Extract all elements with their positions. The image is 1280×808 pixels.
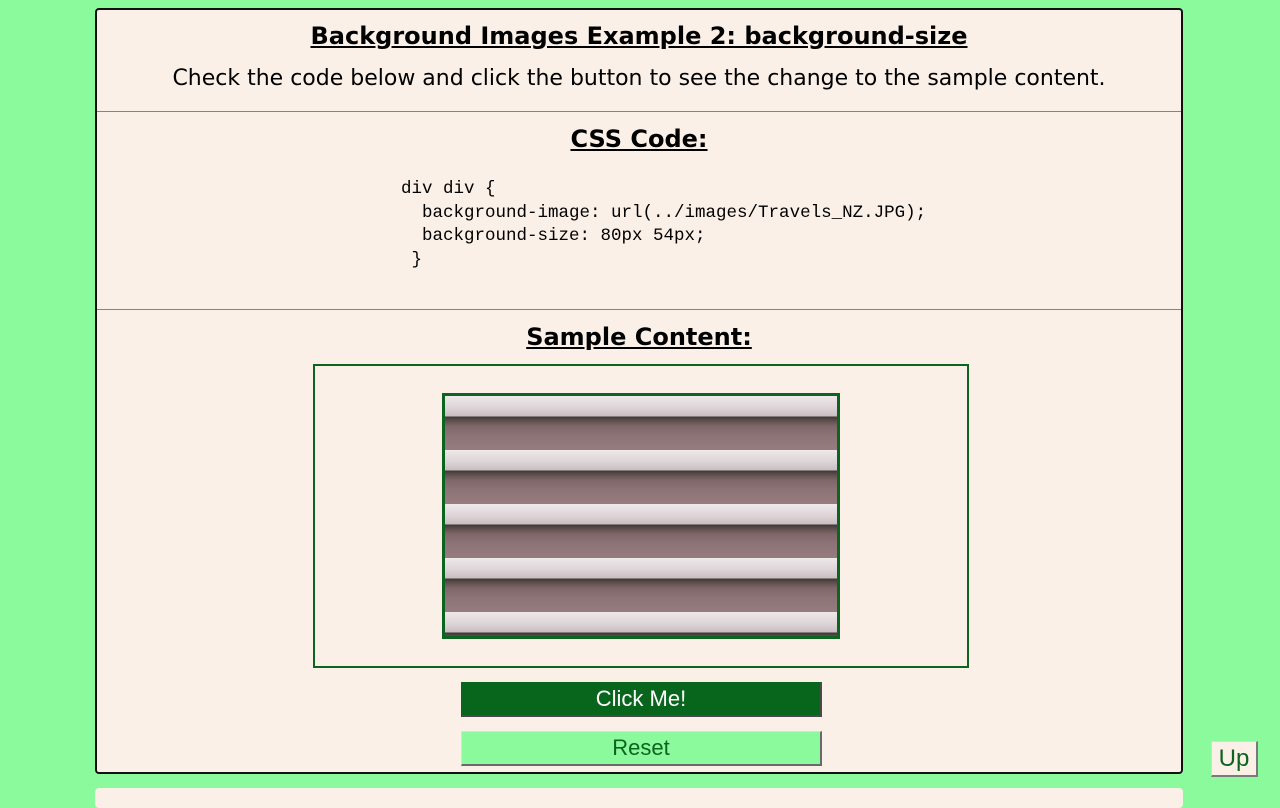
intro-text: Check the code below and click the butto… (172, 66, 1106, 91)
example-panel: Background Images Example 2: background-… (95, 8, 1183, 774)
reset-button[interactable]: Reset (461, 731, 822, 766)
css-code-block: div div { background-image: url(../image… (401, 179, 927, 270)
next-example-panel (95, 788, 1183, 808)
sample-content-heading: Sample Content: (526, 323, 752, 351)
divider (97, 111, 1181, 112)
divider (97, 309, 1181, 310)
click-me-button[interactable]: Click Me! (461, 682, 822, 717)
page-title: Background Images Example 2: background-… (310, 22, 968, 50)
sample-outer-div (313, 364, 969, 668)
css-code-heading: CSS Code: (570, 125, 708, 153)
sample-inner-div-background-image (442, 393, 840, 639)
scroll-up-button[interactable]: Up (1211, 741, 1258, 777)
